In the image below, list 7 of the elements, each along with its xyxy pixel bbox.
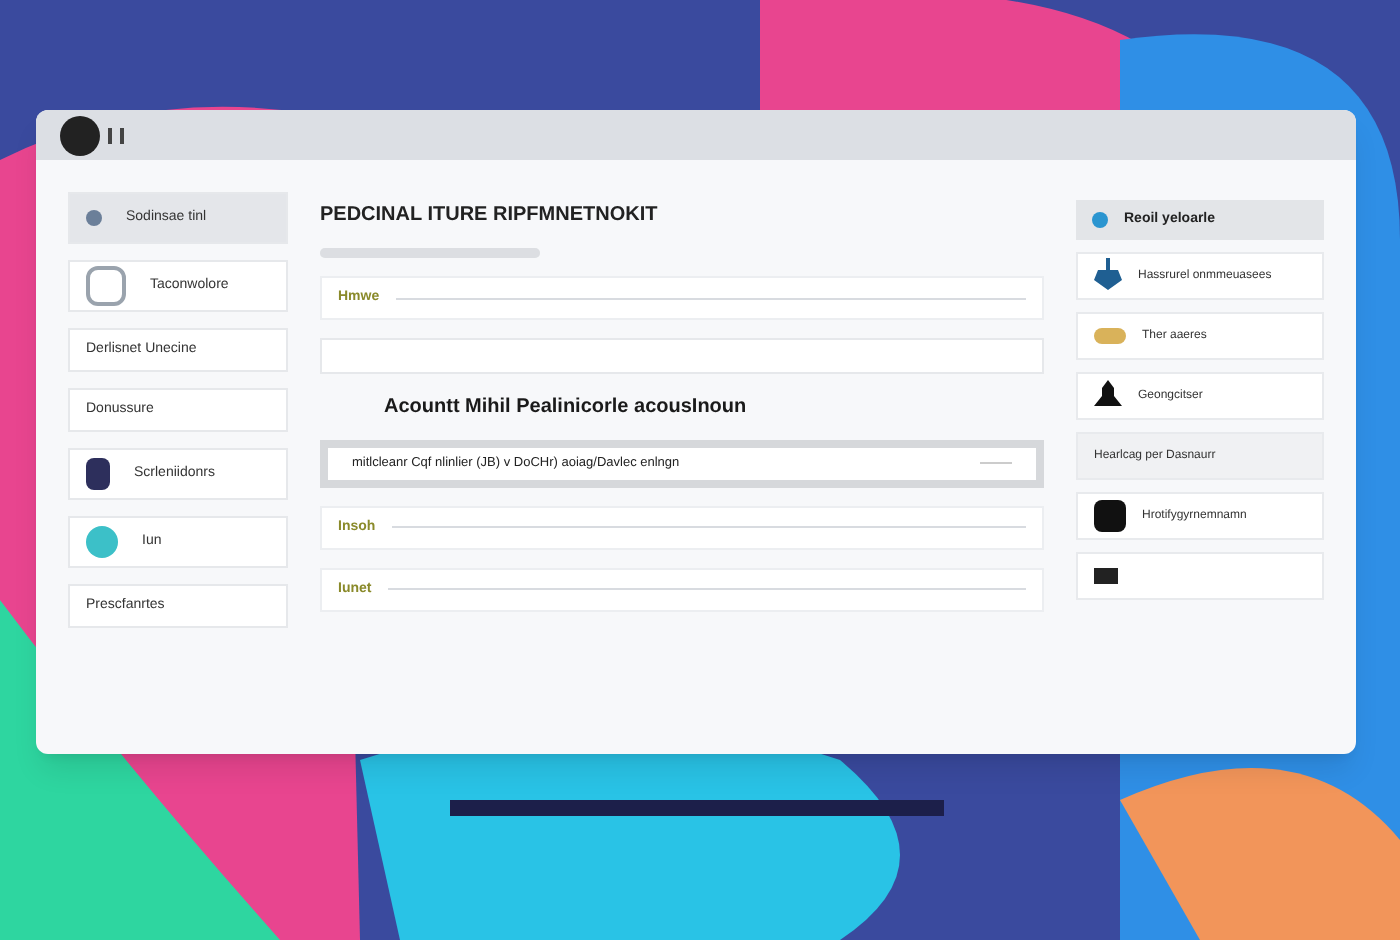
input-field[interactable]	[320, 338, 1044, 374]
card-icon	[1094, 568, 1118, 584]
pin-icon	[1094, 258, 1122, 294]
section-heading: Acountt Mihil Pealinicorle acousInoun	[382, 394, 749, 422]
page-title: PEDCINAL ITURE RIPFMNETNOKIT	[320, 202, 660, 230]
bars-icon	[108, 127, 124, 143]
panel-item[interactable]	[1076, 552, 1324, 600]
